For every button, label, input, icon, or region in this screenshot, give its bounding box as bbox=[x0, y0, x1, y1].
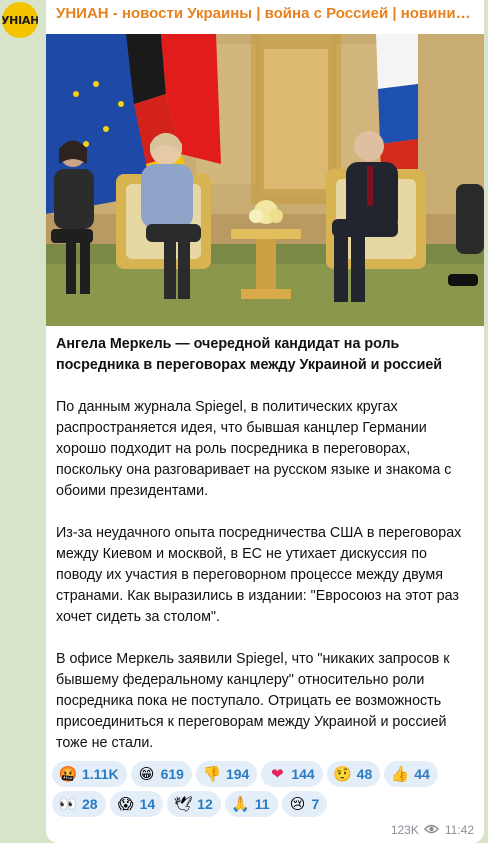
reaction-heart[interactable]: ❤ 144 bbox=[261, 761, 323, 787]
eyes-icon: 👀 bbox=[58, 795, 78, 813]
reaction-count: 14 bbox=[139, 796, 156, 812]
grinning-face-icon: 😁 bbox=[138, 765, 155, 783]
angry-face-icon: 🤬 bbox=[58, 765, 78, 783]
thumbs-down-icon: 👎 bbox=[202, 765, 222, 783]
reaction-count: 144 bbox=[291, 766, 315, 782]
message-bubble: УНИАН - новости Украины | война с Россие… bbox=[46, 0, 484, 843]
reaction-grin[interactable]: 😁 619 bbox=[130, 761, 192, 787]
reaction-thumbs-down[interactable]: 👎 194 bbox=[195, 761, 258, 787]
folded-hands-icon: 🙏 bbox=[231, 795, 251, 813]
reaction-count: 11 bbox=[254, 796, 270, 812]
reaction-thumbs-up[interactable]: 👍 44 bbox=[384, 761, 438, 787]
reaction-count: 619 bbox=[160, 766, 184, 782]
post-text: Ангела Меркель — очередной кандидат на р… bbox=[56, 334, 476, 754]
screaming-face-icon: 😱 bbox=[117, 795, 134, 813]
reaction-eyes[interactable]: 👀 28 bbox=[52, 791, 106, 817]
channel-avatar[interactable]: УНІАН bbox=[2, 2, 38, 38]
reaction-count: 194 bbox=[225, 766, 250, 782]
post-paragraph-1: По данным журнала Spiegel, в политически… bbox=[56, 399, 452, 499]
crying-face-icon: 😢 bbox=[289, 795, 306, 813]
reaction-count: 28 bbox=[82, 796, 98, 812]
post-photo[interactable] bbox=[46, 34, 484, 326]
reaction-count: 7 bbox=[311, 796, 320, 812]
post-headline: Ангела Меркель — очередной кандидат на р… bbox=[56, 336, 443, 373]
raised-eyebrow-icon: 🤨 bbox=[333, 765, 353, 783]
post-paragraph-2: Из-за неудачного опыта посредничества СШ… bbox=[56, 525, 462, 625]
eye-icon bbox=[423, 823, 439, 837]
post-paragraph-3: В офисе Меркель заявили Spiegel, что "ни… bbox=[56, 651, 450, 751]
reaction-count: 12 bbox=[197, 796, 213, 812]
message-meta: 123K 11:42 bbox=[391, 823, 474, 837]
reaction-count: 44 bbox=[414, 766, 430, 782]
reaction-raised-eyebrow[interactable]: 🤨 48 bbox=[326, 761, 381, 787]
message-time: 11:42 bbox=[444, 823, 474, 837]
dove-icon: 🕊 bbox=[173, 795, 193, 813]
heart-icon: ❤ bbox=[271, 765, 284, 783]
reaction-scream[interactable]: 😱 14 bbox=[109, 791, 164, 817]
channel-title[interactable]: УНИАН - новости Украины | война с Россие… bbox=[56, 4, 474, 26]
reaction-dove[interactable]: 🕊 12 bbox=[167, 791, 221, 817]
reactions-row-1: 🤬 1.11K 😁 619 👎 194 ❤ 144 🤨 48 👍 44 bbox=[52, 761, 480, 787]
reaction-angry[interactable]: 🤬 1.11K bbox=[52, 761, 127, 787]
view-count: 123K bbox=[390, 823, 419, 837]
reaction-count: 1.11K bbox=[82, 766, 119, 782]
reactions-bar: 🤬 1.11K 😁 619 👎 194 ❤ 144 🤨 48 👍 44 👀 28… bbox=[52, 761, 480, 821]
reaction-cry[interactable]: 😢 7 bbox=[281, 791, 328, 817]
avatar-logo-text: УНІАН bbox=[2, 13, 38, 27]
reaction-pray[interactable]: 🙏 11 bbox=[224, 791, 278, 817]
thumbs-up-icon: 👍 bbox=[390, 765, 410, 783]
reactions-row-2: 👀 28 😱 14 🕊 12 🙏 11 😢 7 bbox=[52, 791, 480, 817]
reaction-count: 48 bbox=[356, 766, 373, 782]
